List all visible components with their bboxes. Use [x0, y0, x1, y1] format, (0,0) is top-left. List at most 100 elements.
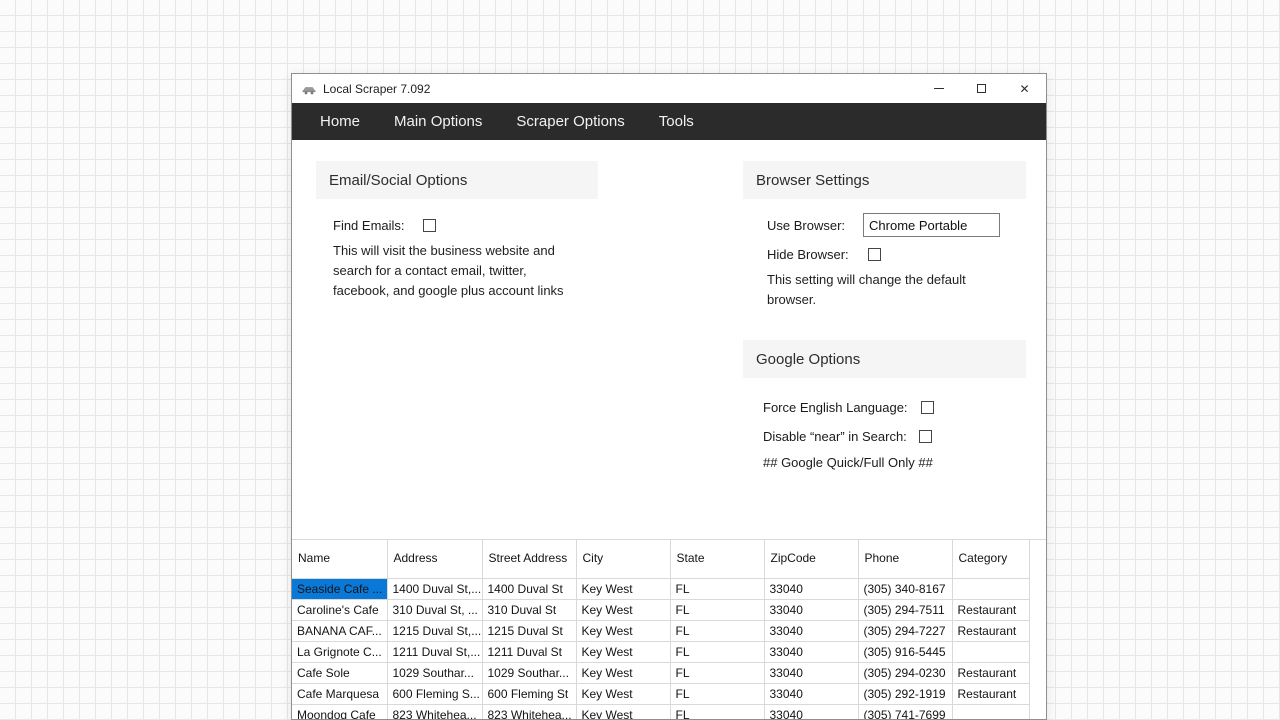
- table-cell[interactable]: BANANA CAF...: [292, 620, 387, 641]
- table-cell[interactable]: (305) 741-7699: [858, 704, 952, 720]
- table-cell[interactable]: 33040: [764, 641, 858, 662]
- table-cell[interactable]: 823 Whitehea...: [482, 704, 576, 720]
- table-cell[interactable]: (305) 340-8167: [858, 578, 952, 599]
- table-row[interactable]: Seaside Cafe ...1400 Duval St,...1400 Du…: [292, 578, 1029, 599]
- table-cell[interactable]: 33040: [764, 704, 858, 720]
- column-header-zipcode[interactable]: ZipCode: [764, 540, 858, 578]
- table-cell[interactable]: Key West: [576, 620, 670, 641]
- maximize-icon: [977, 84, 986, 93]
- table-cell[interactable]: Caroline's Cafe: [292, 599, 387, 620]
- title-bar: Local Scraper 7.092 ✕: [292, 74, 1046, 103]
- table-cell[interactable]: Cafe Sole: [292, 662, 387, 683]
- column-header-label: ZipCode: [771, 551, 816, 565]
- table-cell[interactable]: FL: [670, 599, 764, 620]
- table-cell[interactable]: 1215 Duval St,...: [387, 620, 482, 641]
- table-cell[interactable]: (305) 916-5445: [858, 641, 952, 662]
- table-cell[interactable]: Key West: [576, 641, 670, 662]
- table-cell[interactable]: 310 Duval St: [482, 599, 576, 620]
- use-browser-input[interactable]: [863, 213, 1000, 237]
- table-cell[interactable]: 33040: [764, 578, 858, 599]
- table-cell[interactable]: Restaurant: [952, 683, 1029, 704]
- table-row[interactable]: Cafe Sole1029 Southar...1029 Southar...K…: [292, 662, 1029, 683]
- column-header-label: Phone: [865, 551, 900, 565]
- browser-settings-description: This setting will change the default bro…: [767, 270, 1007, 310]
- table-cell[interactable]: (305) 294-7227: [858, 620, 952, 641]
- table-cell[interactable]: Restaurant: [952, 620, 1029, 641]
- table-cell[interactable]: Seaside Cafe ...: [292, 578, 387, 599]
- disable-near-checkbox[interactable]: [919, 430, 932, 443]
- table-cell[interactable]: FL: [670, 704, 764, 720]
- table-cell[interactable]: Cafe Marquesa: [292, 683, 387, 704]
- table-cell[interactable]: [952, 578, 1029, 599]
- app-icon: [301, 81, 317, 97]
- google-options-panel-title: Google Options: [743, 340, 1026, 378]
- menu-item-main-options[interactable]: Main Options: [377, 103, 499, 140]
- menu-item-home[interactable]: Home: [303, 103, 377, 140]
- table-cell[interactable]: Key West: [576, 662, 670, 683]
- table-cell[interactable]: Key West: [576, 704, 670, 720]
- table-cell[interactable]: (305) 292-1919: [858, 683, 952, 704]
- force-english-label: Force English Language:: [763, 400, 908, 415]
- app-window: Local Scraper 7.092 ✕ Home Main Options …: [291, 73, 1047, 720]
- table-cell[interactable]: FL: [670, 641, 764, 662]
- column-header-address[interactable]: Address: [387, 540, 482, 578]
- table-cell[interactable]: [952, 704, 1029, 720]
- table-cell[interactable]: [952, 641, 1029, 662]
- table-cell[interactable]: Key West: [576, 683, 670, 704]
- window-controls: ✕: [917, 74, 1046, 103]
- close-button[interactable]: ✕: [1003, 74, 1046, 103]
- table-cell[interactable]: 823 Whitehea...: [387, 704, 482, 720]
- table-cell[interactable]: 33040: [764, 683, 858, 704]
- table-cell[interactable]: 33040: [764, 620, 858, 641]
- table-row[interactable]: BANANA CAF...1215 Duval St,...1215 Duval…: [292, 620, 1029, 641]
- hide-browser-checkbox[interactable]: [868, 248, 881, 261]
- table-cell[interactable]: 1029 Southar...: [482, 662, 576, 683]
- table-cell[interactable]: 33040: [764, 662, 858, 683]
- table-cell[interactable]: (305) 294-7511: [858, 599, 952, 620]
- table-cell[interactable]: La Grignote C...: [292, 641, 387, 662]
- column-header-phone[interactable]: Phone: [858, 540, 952, 578]
- table-cell[interactable]: Moondog Cafe: [292, 704, 387, 720]
- maximize-button[interactable]: [960, 74, 1003, 103]
- table-body: Seaside Cafe ...1400 Duval St,...1400 Du…: [292, 578, 1029, 720]
- column-header-street-address[interactable]: Street Address: [482, 540, 576, 578]
- table-cell[interactable]: 1211 Duval St: [482, 641, 576, 662]
- menu-bar: Home Main Options Scraper Options Tools: [292, 103, 1046, 140]
- menu-item-scraper-options[interactable]: Scraper Options: [499, 103, 641, 140]
- column-header-name[interactable]: Name: [292, 540, 387, 578]
- table-cell[interactable]: 600 Fleming St: [482, 683, 576, 704]
- column-header-state[interactable]: State: [670, 540, 764, 578]
- table-cell[interactable]: Restaurant: [952, 662, 1029, 683]
- table-row[interactable]: Moondog Cafe823 Whitehea...823 Whitehea.…: [292, 704, 1029, 720]
- table-cell[interactable]: 1215 Duval St: [482, 620, 576, 641]
- column-header-city[interactable]: City: [576, 540, 670, 578]
- column-header-label: Street Address: [489, 552, 539, 565]
- window-title: Local Scraper 7.092: [323, 82, 430, 96]
- table-cell[interactable]: 600 Fleming S...: [387, 683, 482, 704]
- menu-item-tools[interactable]: Tools: [642, 103, 711, 140]
- table-cell[interactable]: FL: [670, 620, 764, 641]
- table-row[interactable]: Cafe Marquesa600 Fleming S...600 Fleming…: [292, 683, 1029, 704]
- table-cell[interactable]: Key West: [576, 578, 670, 599]
- force-english-checkbox[interactable]: [921, 401, 934, 414]
- minimize-button[interactable]: [917, 74, 960, 103]
- table-cell[interactable]: 1400 Duval St: [482, 578, 576, 599]
- use-browser-label: Use Browser:: [767, 218, 845, 233]
- table-cell[interactable]: 1400 Duval St,...: [387, 578, 482, 599]
- table-cell[interactable]: 310 Duval St, ...: [387, 599, 482, 620]
- table-row[interactable]: Caroline's Cafe310 Duval St, ...310 Duva…: [292, 599, 1029, 620]
- table-cell[interactable]: FL: [670, 578, 764, 599]
- google-quick-full-note: ## Google Quick/Full Only ##: [763, 452, 933, 472]
- table-cell[interactable]: FL: [670, 662, 764, 683]
- minimize-icon: [934, 88, 944, 89]
- table-cell[interactable]: FL: [670, 683, 764, 704]
- table-cell[interactable]: Key West: [576, 599, 670, 620]
- table-cell[interactable]: (305) 294-0230: [858, 662, 952, 683]
- table-cell[interactable]: Restaurant: [952, 599, 1029, 620]
- find-emails-checkbox[interactable]: [423, 219, 436, 232]
- column-header-category[interactable]: Category: [952, 540, 1029, 578]
- table-cell[interactable]: 1211 Duval St,...: [387, 641, 482, 662]
- table-row[interactable]: La Grignote C...1211 Duval St,...1211 Du…: [292, 641, 1029, 662]
- table-cell[interactable]: 33040: [764, 599, 858, 620]
- table-cell[interactable]: 1029 Southar...: [387, 662, 482, 683]
